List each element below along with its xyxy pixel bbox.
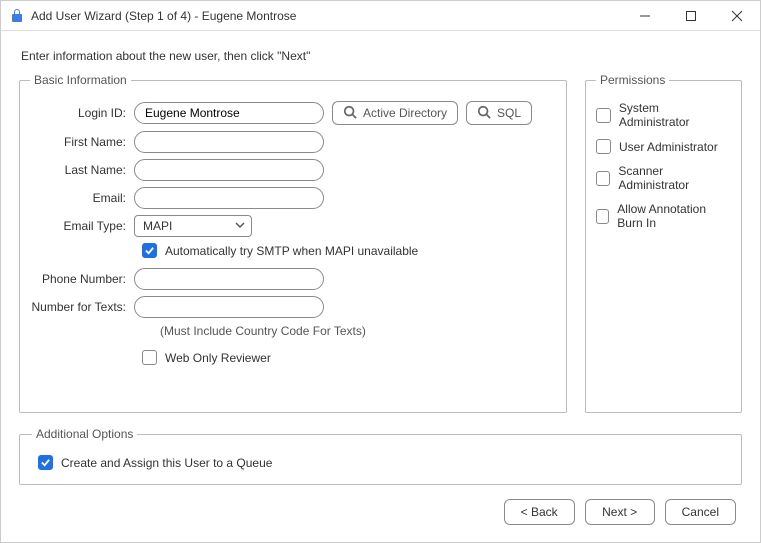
perm-burnin-label: Allow Annotation Burn In <box>617 202 731 230</box>
titlebar: Add User Wizard (Step 1 of 4) - Eugene M… <box>1 1 760 31</box>
search-icon <box>343 105 363 122</box>
assign-queue-checkbox[interactable] <box>38 455 53 470</box>
lastname-label: Last Name: <box>30 163 134 177</box>
basic-info-group: Basic Information Login ID: Active Direc… <box>19 73 567 413</box>
perm-scanner-admin-label: Scanner Administrator <box>618 164 731 192</box>
close-button[interactable] <box>714 1 760 31</box>
window-title: Add User Wizard (Step 1 of 4) - Eugene M… <box>31 9 296 23</box>
perm-system-admin-checkbox[interactable] <box>596 108 611 123</box>
texts-label: Number for Texts: <box>30 300 134 314</box>
cancel-label: Cancel <box>682 505 719 519</box>
assign-queue-label: Create and Assign this User to a Queue <box>61 456 272 470</box>
email-label: Email: <box>30 191 134 205</box>
maximize-button[interactable] <box>668 1 714 31</box>
smtp-fallback-label: Automatically try SMTP when MAPI unavail… <box>165 244 418 258</box>
active-directory-label: Active Directory <box>363 106 447 120</box>
additional-options-legend: Additional Options <box>32 427 137 441</box>
basic-info-legend: Basic Information <box>30 73 131 87</box>
web-only-label: Web Only Reviewer <box>165 351 271 365</box>
active-directory-button[interactable]: Active Directory <box>332 101 458 125</box>
next-label: Next > <box>602 505 637 519</box>
email-input[interactable] <box>134 187 324 209</box>
perm-system-admin-label: System Administrator <box>619 101 731 129</box>
login-input[interactable] <box>134 102 324 124</box>
next-button[interactable]: Next > <box>585 499 655 525</box>
additional-options-group: Additional Options Create and Assign thi… <box>19 427 742 485</box>
cancel-button[interactable]: Cancel <box>665 499 736 525</box>
texts-input[interactable] <box>134 296 324 318</box>
permissions-group: Permissions System Administrator User Ad… <box>585 73 742 413</box>
sql-label: SQL <box>497 106 521 120</box>
phone-input[interactable] <box>134 268 324 290</box>
web-only-checkbox[interactable] <box>142 350 157 365</box>
search-icon <box>477 105 497 122</box>
lock-icon <box>9 8 25 24</box>
emailtype-label: Email Type: <box>30 219 134 233</box>
permissions-legend: Permissions <box>596 73 669 87</box>
back-button[interactable]: < Back <box>504 499 575 525</box>
firstname-input[interactable] <box>134 131 324 153</box>
perm-burnin-checkbox[interactable] <box>596 209 609 224</box>
chevron-down-icon <box>235 219 245 233</box>
back-label: < Back <box>521 505 558 519</box>
perm-user-admin-label: User Administrator <box>619 140 718 154</box>
emailtype-value: MAPI <box>143 219 172 233</box>
phone-label: Phone Number: <box>30 272 134 286</box>
login-label: Login ID: <box>30 106 134 120</box>
lastname-input[interactable] <box>134 159 324 181</box>
wizard-footer: < Back Next > Cancel <box>19 485 742 525</box>
instruction-text: Enter information about the new user, th… <box>21 49 742 63</box>
texts-hint: (Must Include Country Code For Texts) <box>142 324 556 338</box>
smtp-fallback-checkbox[interactable] <box>142 243 157 258</box>
sql-button[interactable]: SQL <box>466 101 532 125</box>
emailtype-select[interactable]: MAPI <box>134 215 252 237</box>
perm-scanner-admin-checkbox[interactable] <box>596 171 610 186</box>
minimize-button[interactable] <box>622 1 668 31</box>
firstname-label: First Name: <box>30 135 134 149</box>
perm-user-admin-checkbox[interactable] <box>596 139 611 154</box>
